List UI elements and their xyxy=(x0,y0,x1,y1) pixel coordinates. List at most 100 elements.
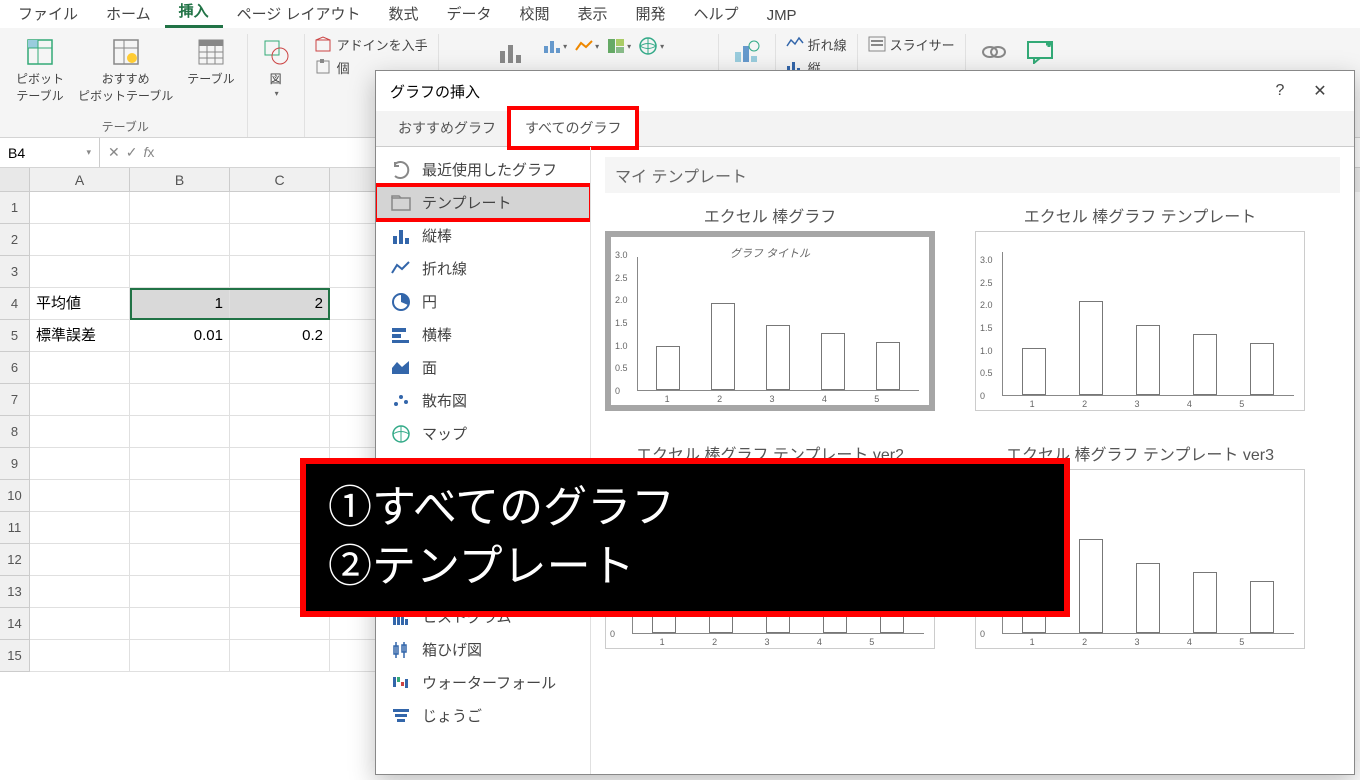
dialog-close-button[interactable]: ✕ xyxy=(1300,81,1340,101)
cell[interactable] xyxy=(30,352,130,384)
row-header[interactable]: 3 xyxy=(0,256,30,288)
category-scatter[interactable]: 散布図 xyxy=(376,384,590,417)
cell[interactable] xyxy=(130,576,230,608)
illustrations-button[interactable]: 図 xyxy=(256,34,296,100)
hierarchy-chart-button[interactable] xyxy=(605,34,633,58)
category-map[interactable]: マップ xyxy=(376,417,590,450)
template-card[interactable]: エクセル 棒グラフグラフ タイトル00.51.01.52.02.53.01234… xyxy=(605,203,935,411)
cell[interactable]: 平均値 xyxy=(30,288,130,320)
row-header[interactable]: 13 xyxy=(0,576,30,608)
cell[interactable] xyxy=(130,384,230,416)
category-funnel[interactable]: じょうご xyxy=(376,699,590,732)
row-header[interactable]: 12 xyxy=(0,544,30,576)
tab-all-charts[interactable]: すべてのグラフ xyxy=(510,109,636,147)
ribbon-tab-9[interactable]: ヘルプ xyxy=(680,0,753,28)
ribbon-tab-2[interactable]: 挿入 xyxy=(165,0,223,28)
category-column[interactable]: 縦棒 xyxy=(376,219,590,252)
cancel-formula-icon[interactable]: ✕ xyxy=(108,144,120,161)
ribbon-tab-1[interactable]: ホーム xyxy=(92,0,165,28)
cell[interactable] xyxy=(30,256,130,288)
cell[interactable] xyxy=(230,224,330,256)
tab-recommended-charts[interactable]: おすすめグラフ xyxy=(384,110,510,146)
row-header[interactable]: 14 xyxy=(0,608,30,640)
cell[interactable] xyxy=(230,352,330,384)
cell[interactable] xyxy=(130,480,230,512)
template-card[interactable]: エクセル 棒グラフ テンプレート00.51.01.52.02.53.012345 xyxy=(975,203,1305,411)
line-chart-button[interactable] xyxy=(573,34,601,58)
row-header[interactable]: 6 xyxy=(0,352,30,384)
ribbon-tab-7[interactable]: 表示 xyxy=(564,0,622,28)
row-header[interactable]: 11 xyxy=(0,512,30,544)
confirm-formula-icon[interactable]: ✓ xyxy=(126,144,138,161)
cell[interactable] xyxy=(130,608,230,640)
cell[interactable] xyxy=(30,384,130,416)
cell[interactable] xyxy=(130,352,230,384)
cell[interactable] xyxy=(230,384,330,416)
row-header[interactable]: 5 xyxy=(0,320,30,352)
ribbon-tab-3[interactable]: ページ レイアウト xyxy=(223,0,375,28)
recommend-pivot-button[interactable]: おすすめ ピボットテーブル xyxy=(74,34,177,106)
row-header[interactable]: 8 xyxy=(0,416,30,448)
cell[interactable] xyxy=(30,224,130,256)
category-folder[interactable]: テンプレート xyxy=(376,186,590,219)
cell[interactable] xyxy=(130,416,230,448)
cell[interactable] xyxy=(30,448,130,480)
cell[interactable] xyxy=(30,416,130,448)
cell[interactable] xyxy=(130,544,230,576)
row-header[interactable]: 7 xyxy=(0,384,30,416)
fx-icon[interactable]: fx xyxy=(143,144,154,161)
category-waterfall[interactable]: ウォーターフォール xyxy=(376,666,590,699)
comment-button[interactable] xyxy=(1020,34,1060,70)
table-button[interactable]: テーブル xyxy=(183,34,238,89)
category-pie[interactable]: 円 xyxy=(376,285,590,318)
ribbon-tab-0[interactable]: ファイル xyxy=(4,0,92,28)
map-chart-button[interactable] xyxy=(637,34,665,58)
category-line[interactable]: 折れ線 xyxy=(376,252,590,285)
recommended-charts-button[interactable] xyxy=(491,34,531,70)
cell[interactable] xyxy=(230,256,330,288)
cell[interactable]: 1 xyxy=(130,288,230,320)
cell[interactable] xyxy=(30,608,130,640)
name-box[interactable]: B4 xyxy=(0,138,100,167)
ribbon-tab-4[interactable]: 数式 xyxy=(374,0,432,28)
cell[interactable] xyxy=(130,448,230,480)
row-header[interactable]: 10 xyxy=(0,480,30,512)
dialog-help-button[interactable]: ? xyxy=(1260,82,1300,100)
row-header[interactable]: 2 xyxy=(0,224,30,256)
cell[interactable] xyxy=(130,640,230,672)
ribbon-tab-10[interactable]: JMP xyxy=(753,3,811,28)
cell[interactable]: 2 xyxy=(230,288,330,320)
ribbon-tab-8[interactable]: 開発 xyxy=(622,0,680,28)
link-button[interactable] xyxy=(974,34,1014,70)
row-header[interactable]: 1 xyxy=(0,192,30,224)
row-header[interactable]: 15 xyxy=(0,640,30,672)
cell[interactable] xyxy=(230,192,330,224)
cell[interactable] xyxy=(130,512,230,544)
cell[interactable] xyxy=(30,480,130,512)
category-area[interactable]: 面 xyxy=(376,351,590,384)
col-header[interactable]: A xyxy=(30,168,130,192)
ribbon-tab-5[interactable]: データ xyxy=(432,0,505,28)
cell[interactable] xyxy=(30,544,130,576)
cell[interactable] xyxy=(130,256,230,288)
get-addins-button[interactable]: アドインを入手 xyxy=(313,34,430,55)
cell[interactable]: 0.01 xyxy=(130,320,230,352)
col-header[interactable]: B xyxy=(130,168,230,192)
cell[interactable] xyxy=(30,192,130,224)
cell[interactable] xyxy=(30,512,130,544)
ribbon-tab-6[interactable]: 校閲 xyxy=(506,0,564,28)
cell[interactable] xyxy=(130,224,230,256)
slicer-button[interactable]: スライサー xyxy=(866,34,957,55)
cell[interactable] xyxy=(230,640,330,672)
column-chart-button[interactable] xyxy=(541,34,569,58)
category-recent[interactable]: 最近使用したグラフ xyxy=(376,153,590,186)
cell[interactable] xyxy=(130,192,230,224)
cell[interactable] xyxy=(230,416,330,448)
cell[interactable] xyxy=(30,576,130,608)
cell[interactable] xyxy=(30,640,130,672)
sparkline-line-button[interactable]: 折れ線 xyxy=(784,34,849,55)
category-boxwhisker[interactable]: 箱ひげ図 xyxy=(376,633,590,666)
category-bar[interactable]: 横棒 xyxy=(376,318,590,351)
cell[interactable]: 0.2 xyxy=(230,320,330,352)
col-header[interactable]: C xyxy=(230,168,330,192)
